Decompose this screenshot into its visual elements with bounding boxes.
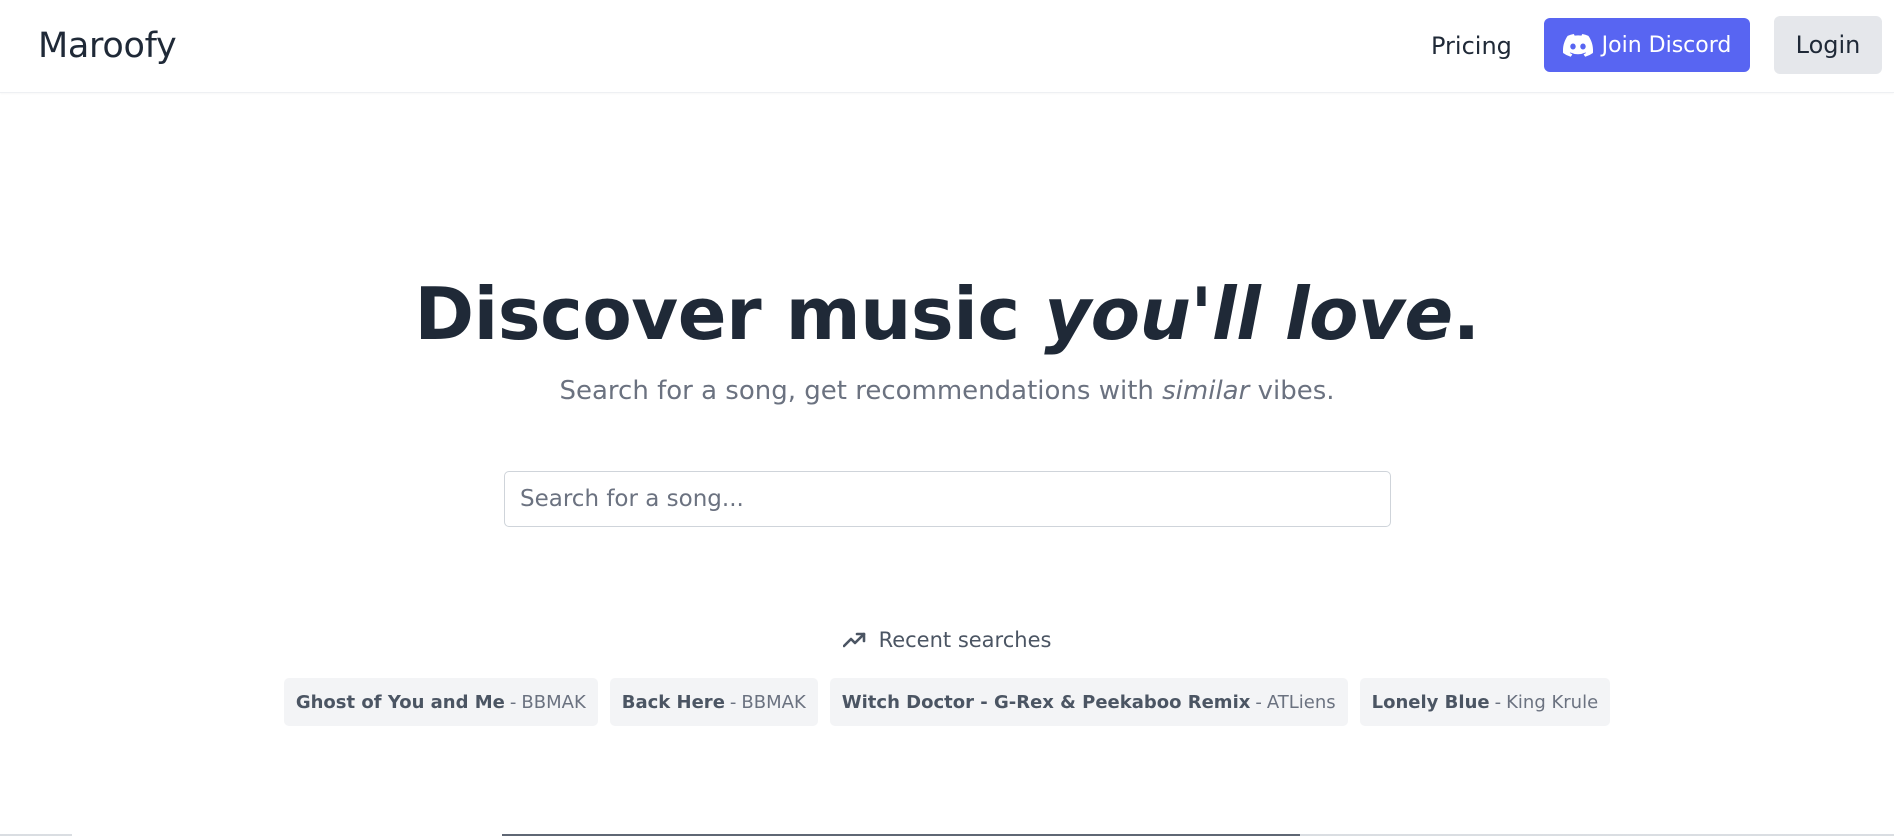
chip-separator: -	[509, 691, 517, 713]
hero-title-emphasis: you'll love	[1044, 272, 1453, 356]
join-discord-label: Join Discord	[1601, 32, 1732, 58]
hero-title: Discover music you'll love.	[0, 272, 1894, 356]
chip-song: Witch Doctor - G-Rex & Peekaboo Remix	[841, 691, 1251, 713]
hero-subtitle: Search for a song, get recommendations w…	[0, 374, 1894, 408]
chip-artist: BBMAK	[521, 691, 586, 713]
hero-subtitle-emphasis: similar	[1162, 376, 1250, 406]
login-button[interactable]: Login	[1774, 16, 1882, 74]
chip-song: Back Here	[621, 691, 725, 713]
chip-separator: -	[1494, 691, 1502, 713]
recent-search-chip[interactable]: Lonely Blue - King Krule	[1359, 678, 1611, 726]
trending-up-icon	[842, 632, 867, 648]
hero-subtitle-b: vibes.	[1249, 376, 1335, 406]
recent-search-chip[interactable]: Witch Doctor - G-Rex & Peekaboo Remix - AT…	[829, 678, 1348, 726]
chip-song: Lonely Blue	[1371, 691, 1490, 713]
chip-separator: -	[729, 691, 737, 713]
chip-separator: -	[1255, 691, 1262, 713]
chip-artist: King Krule	[1506, 691, 1599, 713]
top-navbar: Maroofy Pricing Join Discord Login	[0, 0, 1894, 93]
chip-artist: BBMAK	[741, 691, 806, 713]
recent-searches-heading: Recent searches	[0, 626, 1894, 654]
recent-searches-list: Ghost of You and Me - BBMAK Back Here - BBMA…	[0, 678, 1894, 726]
hero-title-plain: Discover music	[414, 272, 1045, 356]
join-discord-button[interactable]: Join Discord	[1544, 18, 1750, 72]
chip-song: Ghost of You and Me	[295, 691, 505, 713]
recent-searches-label: Recent searches	[878, 628, 1052, 652]
discord-icon	[1562, 33, 1593, 57]
chip-artist: ATLiens	[1266, 691, 1336, 713]
site-logo[interactable]: Maroofy	[38, 24, 177, 68]
recent-search-chip[interactable]: Back Here - BBMAK	[609, 678, 818, 726]
recent-search-chip[interactable]: Ghost of You and Me - BBMAK	[283, 678, 598, 726]
hero-title-period: .	[1452, 272, 1480, 356]
song-search-input[interactable]	[504, 471, 1391, 527]
hero-subtitle-a: Search for a song, get recommendations w…	[559, 376, 1163, 406]
pricing-link[interactable]: Pricing	[1431, 31, 1512, 61]
